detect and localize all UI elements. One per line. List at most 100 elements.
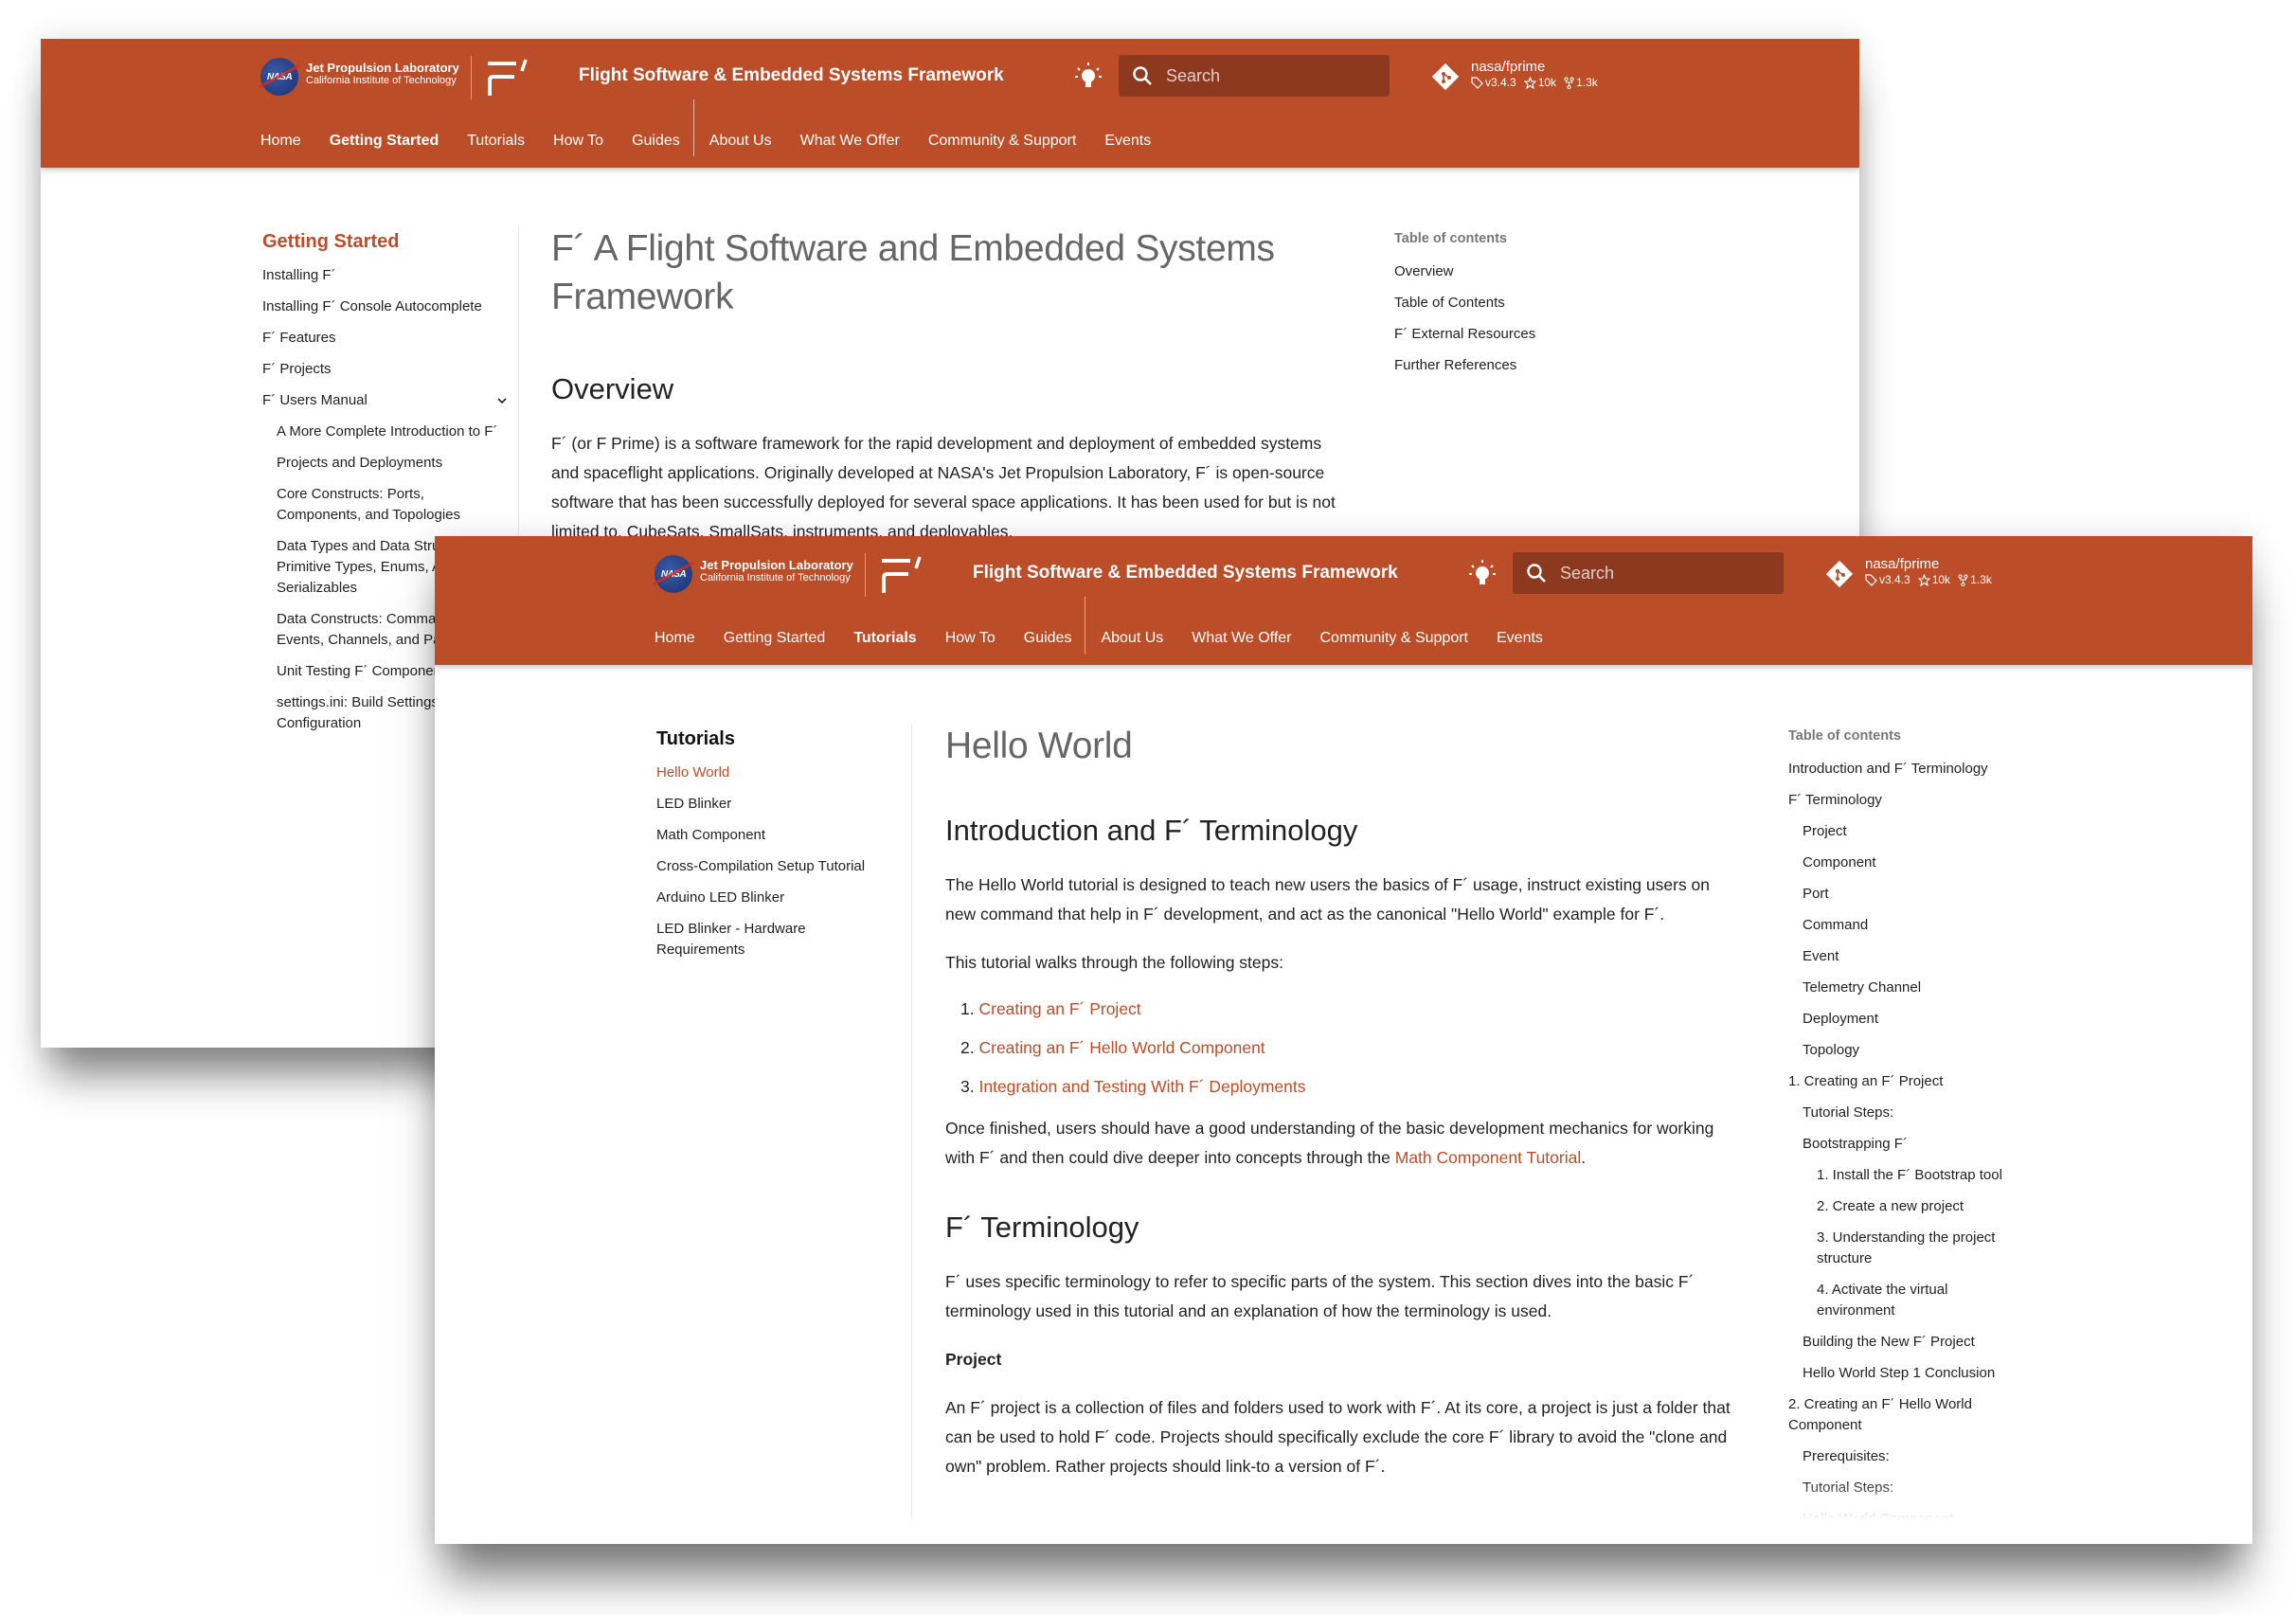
sidebar-item-users-manual[interactable]: F´ Users Manual bbox=[262, 390, 509, 411]
table-of-contents: Table of contents Overview Table of Cont… bbox=[1394, 231, 1641, 386]
step-item: 3. Integration and Testing With F´ Deplo… bbox=[960, 1074, 1741, 1099]
toc-item[interactable]: 2. Create a new project bbox=[1788, 1196, 2016, 1217]
sidebar-item[interactable]: Cross-Compilation Setup Tutorial bbox=[656, 856, 903, 877]
finish-paragraph: Once finished, users should have a good … bbox=[945, 1114, 1741, 1173]
toc-item[interactable]: Port bbox=[1788, 884, 2035, 905]
main-content: Hello World Introduction and F´ Terminol… bbox=[945, 722, 1741, 1500]
fork-icon bbox=[1958, 574, 1968, 586]
git-icon bbox=[1431, 63, 1460, 91]
toc-item[interactable]: Bootstrapping F´ bbox=[1788, 1134, 2035, 1155]
site-title[interactable]: Flight Software & Embedded Systems Frame… bbox=[579, 65, 1004, 86]
search-input[interactable] bbox=[1560, 563, 1768, 583]
toc-item[interactable]: Prerequisites: bbox=[1788, 1446, 2035, 1467]
tag-icon bbox=[1471, 77, 1483, 89]
chevron-down-icon[interactable] bbox=[495, 394, 509, 407]
search-box[interactable] bbox=[1513, 552, 1784, 594]
nav-about-us[interactable]: About Us bbox=[1101, 630, 1163, 647]
sidebar-item[interactable]: Math Component bbox=[656, 825, 903, 846]
nav-getting-started[interactable]: Getting Started bbox=[330, 133, 439, 150]
repo-name: nasa/fprime bbox=[1865, 556, 1940, 572]
toc-item[interactable]: Event bbox=[1788, 946, 2035, 967]
finish-text: Once finished, users should have a good … bbox=[945, 1119, 1714, 1167]
sidebar-item[interactable]: LED Blinker bbox=[656, 794, 903, 815]
fprime-logo-icon[interactable] bbox=[488, 58, 531, 96]
sidebar-subitem[interactable]: Core Constructs: Ports, Components, and … bbox=[262, 484, 509, 526]
project-paragraph: An F´ project is a collection of files a… bbox=[945, 1398, 1731, 1476]
nav-about-us[interactable]: About Us bbox=[709, 133, 772, 150]
toc-item[interactable]: Topology bbox=[1788, 1040, 2035, 1061]
search-box[interactable] bbox=[1119, 55, 1390, 97]
sidebar-title[interactable]: Tutorials bbox=[656, 728, 903, 750]
repo-link[interactable]: nasa/fprime v3.4.3 10k 1.3k bbox=[1431, 59, 1598, 91]
sidebar-item[interactable]: F´ Features bbox=[262, 328, 509, 349]
nasa-logo-icon[interactable]: NASA bbox=[260, 58, 298, 96]
toc-item[interactable]: Introduction and F´ Terminology bbox=[1788, 759, 2035, 780]
nav-guides[interactable]: Guides bbox=[632, 133, 680, 150]
toc-item[interactable]: 3. Understanding the project structure bbox=[1788, 1228, 2016, 1269]
jpl-logo[interactable]: Jet Propulsion Laboratory California Ins… bbox=[306, 61, 459, 87]
nav-home[interactable]: Home bbox=[655, 630, 695, 647]
nav-how-to[interactable]: How To bbox=[945, 630, 996, 647]
step-link[interactable]: Integration and Testing With F´ Deployme… bbox=[978, 1077, 1305, 1096]
toc-item[interactable]: Deployment bbox=[1788, 1009, 2035, 1030]
site-title[interactable]: Flight Software & Embedded Systems Frame… bbox=[973, 563, 1398, 583]
toc-item[interactable]: Overview bbox=[1394, 261, 1641, 282]
repo-stars-text: 10k bbox=[1537, 76, 1557, 89]
nav-events[interactable]: Events bbox=[1104, 133, 1151, 150]
nav-how-to[interactable]: How To bbox=[553, 133, 603, 150]
nav-tutorials[interactable]: Tutorials bbox=[853, 630, 916, 647]
jpl-name: Jet Propulsion Laboratory bbox=[700, 558, 853, 572]
nasa-logo-icon[interactable]: NASA bbox=[655, 555, 692, 593]
sidebar-title[interactable]: Getting Started bbox=[262, 231, 509, 253]
nav-community-support[interactable]: Community & Support bbox=[928, 133, 1077, 150]
nav-what-we-offer[interactable]: What We Offer bbox=[800, 133, 900, 150]
toc-item[interactable]: 1. Install the F´ Bootstrap tool bbox=[1788, 1165, 2016, 1186]
section-heading-terminology: F´ Terminology bbox=[945, 1211, 1139, 1244]
sidebar-item[interactable]: Installing F´ bbox=[262, 265, 509, 286]
toc-item[interactable]: Tutorial Steps: bbox=[1788, 1103, 2035, 1123]
sidebar-subitem[interactable]: Projects and Deployments bbox=[262, 453, 509, 474]
fprime-logo-icon[interactable] bbox=[882, 555, 925, 593]
toc-item[interactable]: F´ External Resources bbox=[1394, 324, 1641, 345]
step-link[interactable]: Creating an F´ Hello World Component bbox=[978, 1038, 1265, 1057]
step-number: 3. bbox=[960, 1077, 975, 1096]
toc-item[interactable]: Component bbox=[1788, 852, 2035, 873]
toc-item[interactable]: F´ Terminology bbox=[1788, 790, 2035, 811]
repo-stars: 10k bbox=[1523, 76, 1557, 89]
sidebar-item[interactable]: LED Blinker - Hardware Requirements bbox=[656, 919, 846, 960]
repo-forks: 1.3k bbox=[1564, 76, 1598, 89]
toc-item[interactable]: 2. Creating an F´ Hello World Component bbox=[1788, 1394, 2035, 1436]
theme-toggle-lightbulb-icon[interactable] bbox=[1072, 61, 1104, 93]
theme-toggle-lightbulb-icon[interactable] bbox=[1466, 558, 1498, 590]
intro-paragraph: The Hello World tutorial is designed to … bbox=[945, 875, 1711, 924]
page-title: Hello World bbox=[945, 726, 1133, 766]
sidebar-item[interactable]: Installing F´ Console Autocomplete bbox=[262, 296, 509, 317]
toc-item[interactable]: Command bbox=[1788, 915, 2035, 936]
sidebar-item-hello-world[interactable]: Hello World bbox=[656, 763, 903, 783]
search-input[interactable] bbox=[1166, 65, 1374, 86]
toc-item[interactable]: 4. Activate the virtual environment bbox=[1788, 1280, 2016, 1321]
nav-community-support[interactable]: Community & Support bbox=[1319, 630, 1468, 647]
nav-guides[interactable]: Guides bbox=[1024, 630, 1072, 647]
toc-item[interactable]: Telemetry Channel bbox=[1788, 978, 2035, 998]
toc-item[interactable]: Hello World Step 1 Conclusion bbox=[1788, 1363, 2035, 1384]
sidebar-item[interactable]: F´ Projects bbox=[262, 359, 509, 380]
nav-home[interactable]: Home bbox=[260, 133, 301, 150]
nav-what-we-offer[interactable]: What We Offer bbox=[1192, 630, 1291, 647]
toc-item[interactable]: Project bbox=[1788, 821, 2035, 842]
toc-item[interactable]: Further References bbox=[1394, 355, 1641, 376]
nav-events[interactable]: Events bbox=[1497, 630, 1543, 647]
toc-item[interactable]: Table of Contents bbox=[1394, 293, 1641, 314]
math-component-tutorial-link[interactable]: Math Component Tutorial bbox=[1395, 1148, 1582, 1167]
site-header: NASA Jet Propulsion Laboratory Californi… bbox=[435, 536, 2252, 665]
nav-getting-started[interactable]: Getting Started bbox=[724, 630, 826, 647]
sidebar-item[interactable]: Arduino LED Blinker bbox=[656, 888, 903, 908]
toc-item[interactable]: 1. Creating an F´ Project bbox=[1788, 1071, 2035, 1092]
toc-item[interactable]: Building the New F´ Project bbox=[1788, 1332, 2035, 1353]
repo-link[interactable]: nasa/fprime v3.4.3 10k 1.3k bbox=[1825, 556, 1992, 588]
jpl-logo[interactable]: Jet Propulsion Laboratory California Ins… bbox=[700, 558, 853, 583]
step-link[interactable]: Creating an F´ Project bbox=[978, 999, 1140, 1018]
jpl-subtitle: California Institute of Technology bbox=[306, 75, 457, 87]
nav-tutorials[interactable]: Tutorials bbox=[467, 133, 525, 150]
sidebar-subitem[interactable]: A More Complete Introduction to F´ bbox=[262, 422, 509, 442]
